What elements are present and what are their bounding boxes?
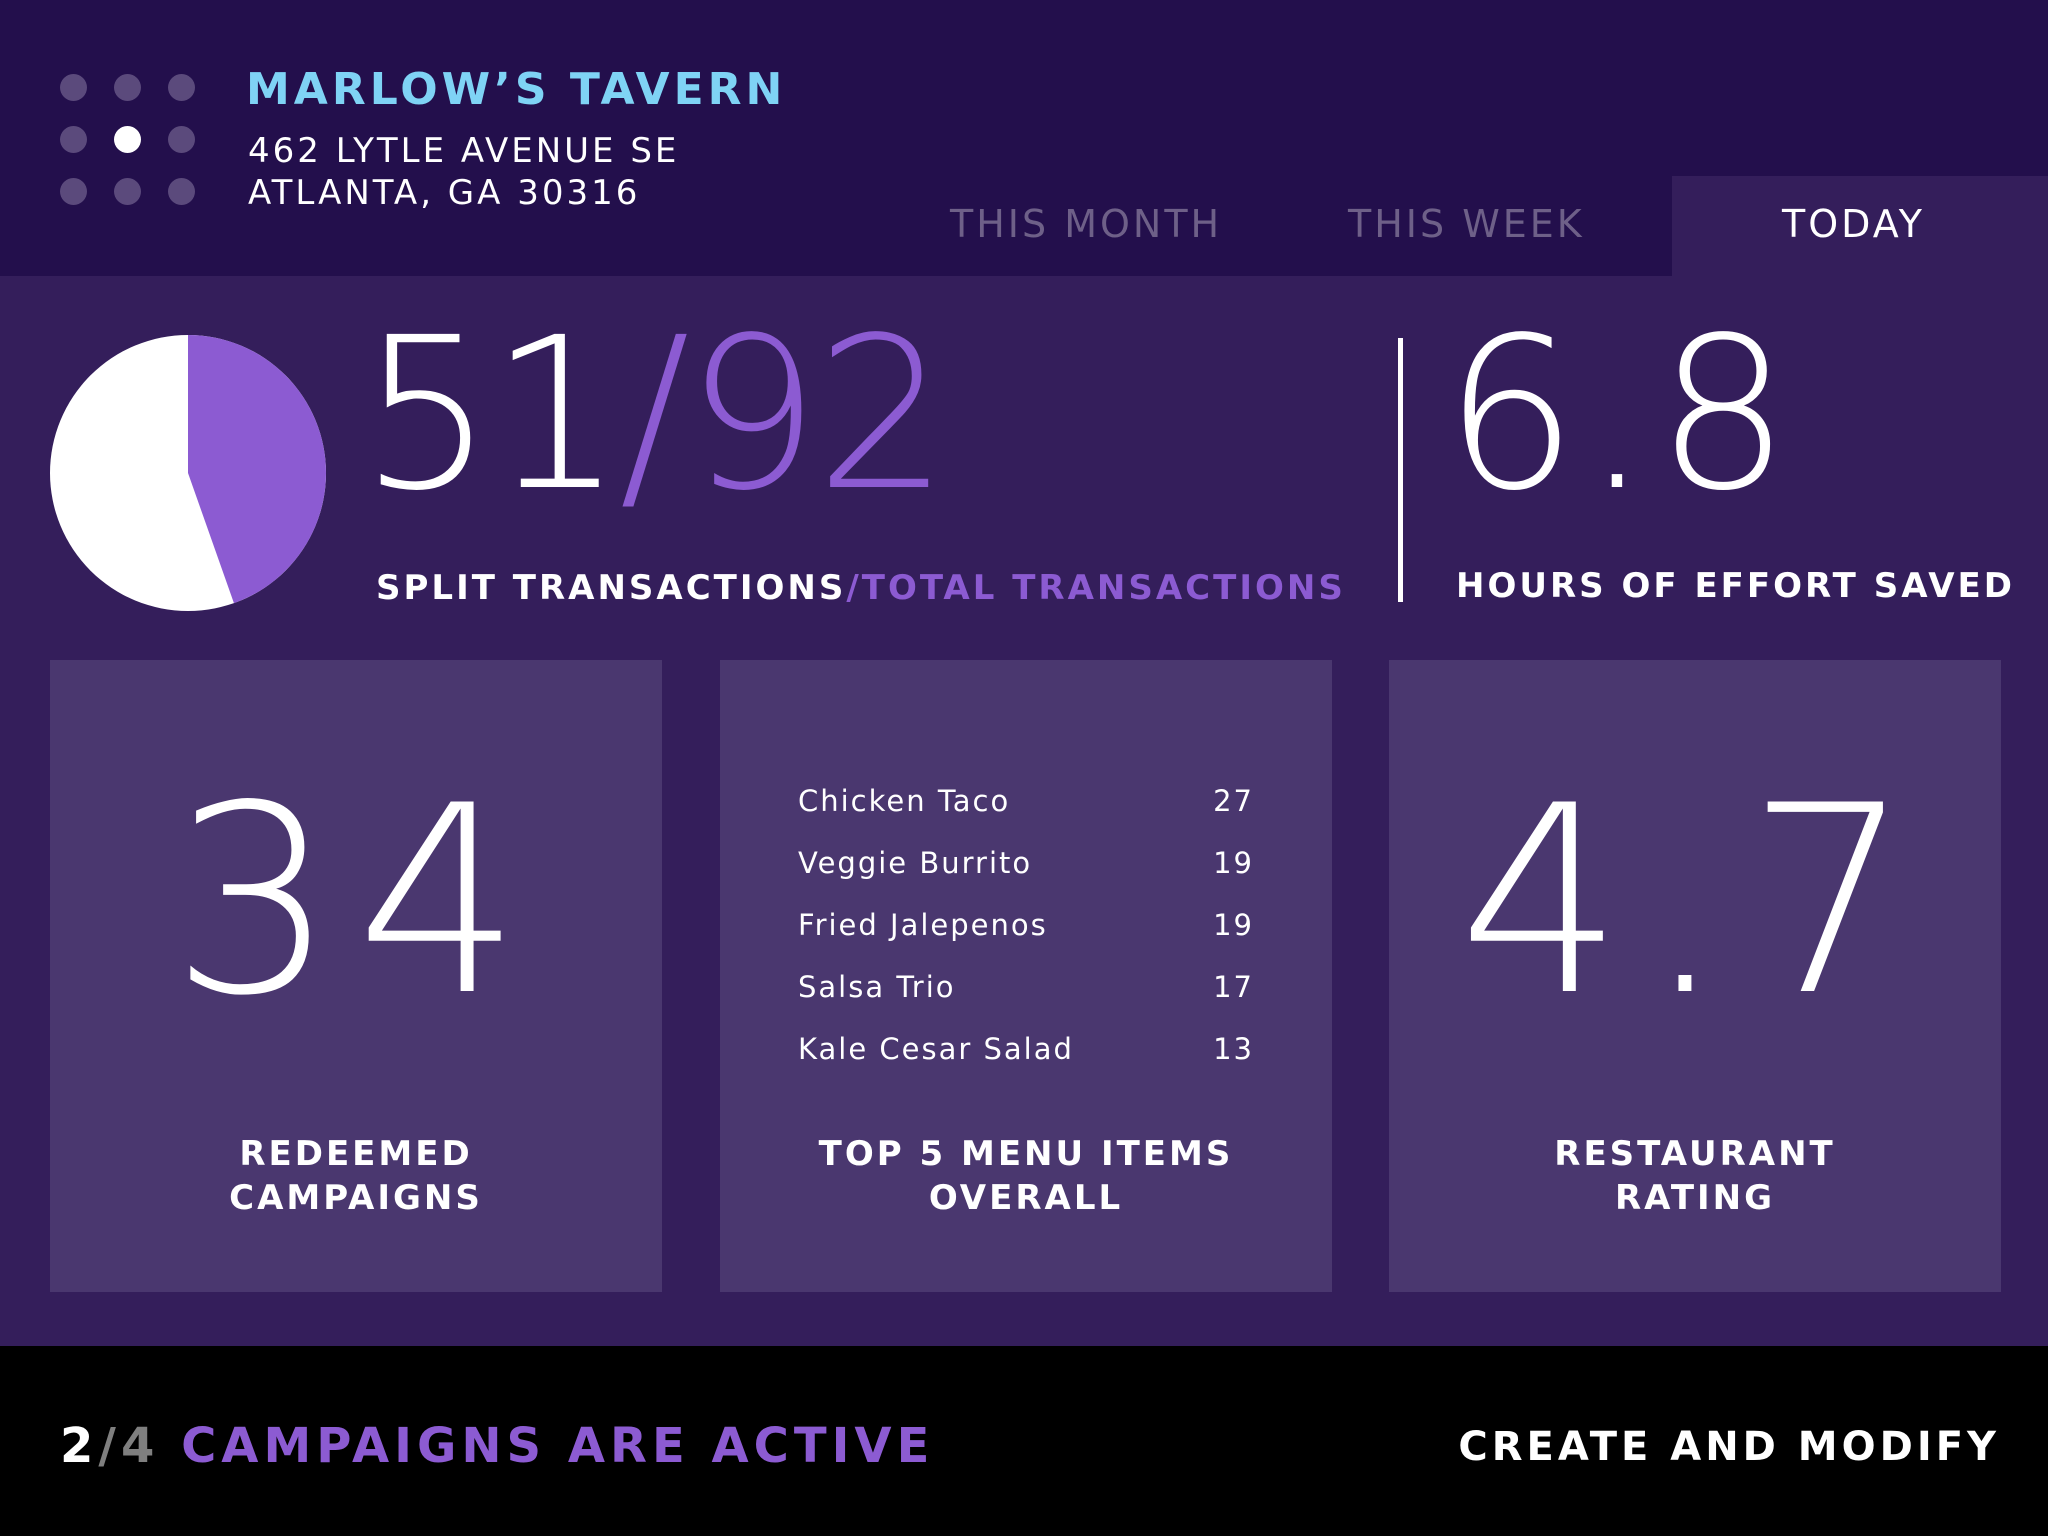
location-dot[interactable] <box>114 74 141 101</box>
menu-item-name: Veggie Burrito <box>798 846 1033 880</box>
menu-item-count: 27 <box>1213 784 1254 818</box>
venue-address: 462 LYTLE AVENUE SE ATLANTA, GA 30316 <box>248 130 679 214</box>
active-campaigns-count: 2 <box>60 1418 99 1474</box>
list-item: Chicken Taco 27 <box>798 784 1254 846</box>
venue-address-line1: 462 LYTLE AVENUE SE <box>248 131 680 171</box>
location-dot[interactable] <box>168 126 195 153</box>
tab-this-week[interactable]: THIS WEEK <box>1348 202 1585 246</box>
create-and-modify-button[interactable]: CREATE AND MODIFY <box>1458 1424 2000 1470</box>
tab-this-month[interactable]: THIS MONTH <box>950 202 1222 246</box>
menu-item-count: 19 <box>1213 908 1254 942</box>
menu-item-name: Salsa Trio <box>798 970 956 1004</box>
venue-address-line2: ATLANTA, GA 30316 <box>248 173 641 213</box>
top-menu-items-list: Chicken Taco 27 Veggie Burrito 19 Fried … <box>798 784 1254 1094</box>
redeemed-campaigns-card[interactable]: 34 REDEEMED CAMPAIGNS <box>50 660 662 1292</box>
restaurant-rating-card[interactable]: 4.7 RESTAURANT RATING <box>1389 660 2001 1292</box>
top-items-label-line2: OVERALL <box>928 1178 1124 1218</box>
list-item: Kale Cesar Salad 13 <box>798 1032 1254 1094</box>
tab-today[interactable]: TODAY <box>1782 202 1925 246</box>
split-label-separator: / <box>846 568 862 608</box>
top-menu-items-label: TOP 5 MENU ITEMS OVERALL <box>720 1132 1332 1220</box>
split-separator: / <box>619 292 690 537</box>
active-campaigns-status: 2/4 CAMPAIGNS ARE ACTIVE <box>60 1418 934 1474</box>
split-label-second: TOTAL TRANSACTIONS <box>861 568 1346 608</box>
menu-item-count: 19 <box>1213 846 1254 880</box>
location-dot[interactable] <box>60 178 87 205</box>
stats-divider <box>1398 338 1403 602</box>
list-item: Fried Jalepenos 19 <box>798 908 1254 970</box>
restaurant-rating-value: 4.7 <box>1458 751 1932 1053</box>
total-count: 92 <box>685 292 949 537</box>
campaigns-status-text: CAMPAIGNS ARE ACTIVE <box>181 1418 935 1474</box>
location-dot[interactable] <box>60 74 87 101</box>
rating-label-line2: RATING <box>1614 1178 1776 1218</box>
redeemed-campaigns-label: REDEEMED CAMPAIGNS <box>50 1132 662 1220</box>
split-count: 51 <box>360 292 623 537</box>
location-dot[interactable] <box>168 74 195 101</box>
hours-saved-label: HOURS OF EFFORT SAVED <box>1456 566 2015 606</box>
location-dot-active[interactable] <box>114 126 141 153</box>
location-dot[interactable] <box>60 126 87 153</box>
redeemed-label-line2: CAMPAIGNS <box>229 1178 483 1218</box>
total-campaigns-count: 4 <box>120 1418 160 1474</box>
location-dot[interactable] <box>168 178 195 205</box>
footer-bar: 2/4 CAMPAIGNS ARE ACTIVE CREATE AND MODI… <box>0 1346 2048 1536</box>
menu-item-count: 13 <box>1213 1032 1254 1066</box>
list-item: Veggie Burrito 19 <box>798 846 1254 908</box>
location-dot[interactable] <box>114 178 141 205</box>
split-transactions-pie-chart <box>50 335 326 611</box>
hours-saved-value: 6.8 <box>1444 292 1796 537</box>
location-switcher-dots[interactable] <box>60 74 200 214</box>
split-transactions-label: SPLIT TRANSACTIONS/TOTAL TRANSACTIONS <box>376 568 1346 608</box>
campaigns-separator: / <box>98 1418 121 1474</box>
menu-item-name: Kale Cesar Salad <box>798 1032 1074 1066</box>
venue-name: MARLOW’S TAVERN <box>246 64 787 115</box>
rating-label-line1: RESTAURANT <box>1554 1134 1836 1174</box>
redeemed-campaigns-value: 34 <box>170 751 542 1053</box>
top-menu-items-card[interactable]: Chicken Taco 27 Veggie Burrito 19 Fried … <box>720 660 1332 1292</box>
restaurant-rating-label: RESTAURANT RATING <box>1389 1132 2001 1220</box>
split-label-first: SPLIT TRANSACTIONS <box>376 568 847 608</box>
list-item: Salsa Trio 17 <box>798 970 1254 1032</box>
menu-item-count: 17 <box>1213 970 1254 1004</box>
redeemed-label-line1: REDEEMED <box>239 1134 473 1174</box>
split-transactions-value: 51/92 <box>360 300 949 530</box>
menu-item-name: Chicken Taco <box>798 784 1011 818</box>
menu-item-name: Fried Jalepenos <box>798 908 1048 942</box>
header: MARLOW’S TAVERN 462 LYTLE AVENUE SE ATLA… <box>0 0 2048 286</box>
top-items-label-line1: TOP 5 MENU ITEMS <box>818 1134 1234 1174</box>
